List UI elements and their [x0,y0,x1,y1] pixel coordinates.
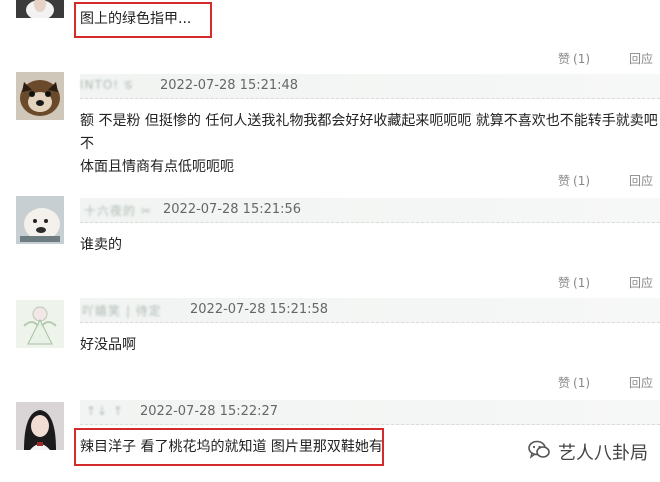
comment-3: 吖嬉笑 | 待定 2022-07-28 15:21:58 好没品啊 赞 (1) 回… [0,292,660,398]
like-label: 赞 [558,52,571,66]
like-label: 赞 [558,376,571,390]
reply-button[interactable]: 回应 [629,274,653,291]
avatar[interactable] [16,300,64,348]
wechat-icon [528,440,550,465]
like-label: 赞 [558,276,571,290]
reply-button[interactable]: 回应 [629,374,653,391]
like-count: (1) [573,52,591,66]
avatar[interactable] [16,402,64,450]
like-button[interactable]: 赞 (1) [558,374,590,391]
avatar[interactable] [16,196,64,244]
comment-text: 图上的绿色指甲... [80,11,192,27]
like-count: (1) [573,376,591,390]
avatar[interactable] [16,0,64,18]
reply-button[interactable]: 回应 [629,172,653,189]
username[interactable]: 吖嬉笑 | 待定 [82,302,162,319]
comment-text: 谁卖的 [80,237,122,253]
timestamp: 2022-07-28 15:21:56 [163,202,302,217]
comment-text: 好没品啊 [80,337,136,353]
watermark-text: 艺人八卦局 [558,443,648,464]
timestamp: 2022-07-28 15:22:27 [140,404,279,419]
comment-text: 额 不是粉 但挺惨的 任何人送我礼物我都会好好收藏起来呃呃呃 就算不喜欢也不能转… [80,110,660,179]
like-label: 赞 [558,174,571,188]
comment-actions: 赞 (1) 回应 [550,172,660,194]
comment-actions: 赞 (1) 回应 [550,374,660,396]
like-button[interactable]: 赞 (1) [558,50,590,67]
username[interactable]: ↑↓ ↑ [86,404,124,418]
comment-text-line: 额 不是粉 但挺惨的 任何人送我礼物我都会好好收藏起来呃呃呃 就算不喜欢也不能转… [80,113,658,152]
comment-header: 吖嬉笑 | 待定 2022-07-28 15:21:58 [80,298,660,323]
comment-header: ↑↓ ↑ 2022-07-28 15:22:27 [80,400,660,425]
like-count: (1) [573,276,591,290]
avatar[interactable] [16,72,64,120]
comment-header: INTO! 𝒢 2022-07-28 15:21:48 [80,74,660,99]
like-count: (1) [573,174,591,188]
username[interactable]: INTO! 𝒢 [80,78,133,93]
username[interactable]: 十六夜的 ✂ [84,202,152,219]
comment-thread: 图上的绿色指甲... 赞 (1) 回应 INTO! 𝒢 2022-07-28 15… [0,0,660,482]
timestamp: 2022-07-28 15:21:48 [160,78,299,93]
timestamp: 2022-07-28 15:21:58 [190,302,329,317]
comment-actions: 赞 (1) 回应 [550,50,660,72]
comment-0: 图上的绿色指甲... 赞 (1) 回应 [0,0,660,72]
comment-header: 十六夜的 ✂ 2022-07-28 15:21:56 [80,198,660,223]
like-button[interactable]: 赞 (1) [558,172,590,189]
watermark: 艺人八卦局 [528,438,648,466]
comment-text: 辣目洋子 看了桃花坞的就知道 图片里那双鞋她有 [80,439,383,455]
reply-button[interactable]: 回应 [629,50,653,67]
like-button[interactable]: 赞 (1) [558,274,590,291]
comment-2: 十六夜的 ✂ 2022-07-28 15:21:56 谁卖的 赞 (1) 回应 [0,194,660,292]
comment-1: INTO! 𝒢 2022-07-28 15:21:48 额 不是粉 但挺惨的 任… [0,72,660,194]
